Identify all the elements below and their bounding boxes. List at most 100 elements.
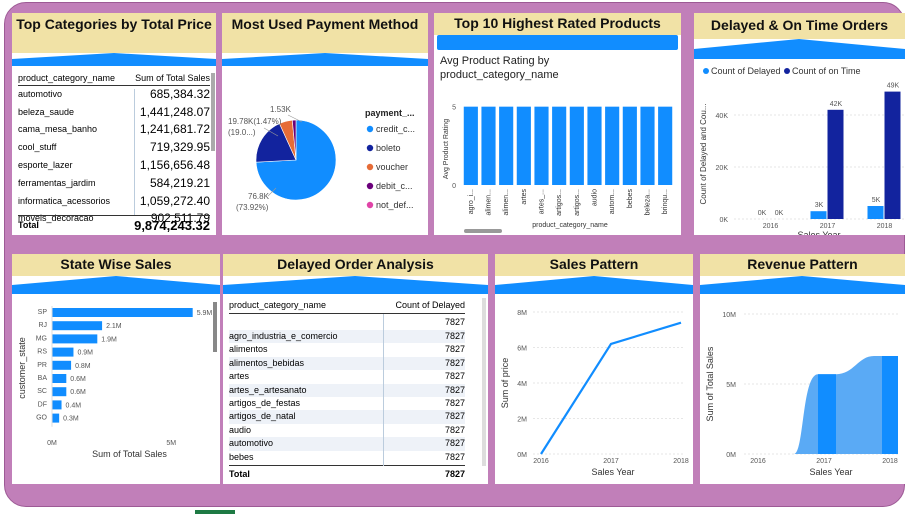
bar[interactable] (481, 106, 496, 185)
bar-delayed[interactable] (867, 206, 884, 219)
y-axis-label: Sum of price (500, 358, 510, 409)
chart-title: Avg Product Rating by product_category_n… (440, 55, 559, 81)
x-tick-label: 2016 (533, 458, 549, 465)
table-row[interactable]: cama_mesa_banho 1,241,681.72 (18, 121, 210, 139)
legend-item[interactable]: boleto (376, 143, 401, 153)
bar[interactable] (52, 321, 103, 331)
value-cell: 1,156,656.48 (139, 158, 210, 173)
data-label: 0.9M (77, 350, 93, 357)
legend-item[interactable]: voucher (376, 162, 408, 172)
table-row[interactable]: bebes 7827 (229, 451, 465, 464)
sales-line-series[interactable] (540, 321, 682, 455)
data-label: 42K (830, 101, 843, 108)
bar[interactable] (658, 106, 673, 185)
page-tab-indicator[interactable] (195, 510, 235, 514)
column-header-category[interactable]: product_category_name (18, 71, 126, 85)
data-label: 0.8M (75, 363, 91, 370)
bar[interactable] (52, 360, 72, 370)
table-row[interactable]: alimentos 7827 (229, 343, 465, 356)
data-label: 0K (775, 210, 784, 217)
panel-title: Sales Pattern (495, 254, 693, 276)
y-tick-label: 0 (452, 183, 456, 190)
y-tick-label: 0M (726, 452, 736, 459)
table-row[interactable]: beleza_saude 1,441,248.07 (18, 103, 210, 121)
bar[interactable] (569, 106, 584, 185)
revenue-highlight-bar[interactable] (882, 356, 898, 454)
category-cell: audio (229, 424, 252, 435)
legend-item[interactable]: credit_c... (376, 124, 415, 134)
revenue-pattern-panel: Revenue Pattern 10M 5M 0M 2016 2017 2018 Sales… (700, 254, 905, 484)
category-cell: esporte_lazer (18, 160, 73, 171)
bar-ontime[interactable] (884, 91, 901, 219)
bar[interactable] (52, 413, 60, 423)
table-row[interactable]: artes 7827 (229, 370, 465, 383)
bar[interactable] (587, 106, 602, 185)
table-row[interactable]: artigos_de_festas 7827 (229, 397, 465, 410)
y-tick-label: 4M (517, 381, 527, 388)
bar[interactable] (52, 387, 67, 397)
payment-pie-chart: 1.53K 19.78K(1.47%) (19.0...) 76.8K (73.92%)… (228, 105, 415, 212)
data-label: 0K (758, 210, 767, 217)
table-row[interactable]: informatica_acessorios 1,059,272.40 (18, 192, 210, 210)
legend-item[interactable]: debit_c... (376, 181, 413, 191)
bar[interactable] (52, 374, 67, 383)
table-row[interactable]: artigos_de_natal 7827 (229, 410, 465, 424)
category-cell: artes (229, 371, 250, 382)
bar[interactable] (52, 334, 98, 344)
legend-item[interactable]: not_def... (376, 200, 414, 210)
column-header-category[interactable]: product_category_name (229, 300, 326, 310)
bar[interactable] (640, 106, 655, 185)
bar[interactable] (516, 106, 531, 185)
y-tick-label: BA (38, 375, 48, 382)
count-cell: 7827 (444, 344, 465, 355)
table-row[interactable]: automotivo 7827 (229, 437, 465, 451)
table-row[interactable]: alimentos_bebidas 7827 (229, 356, 465, 371)
bar[interactable] (52, 347, 74, 357)
chart-scrollbar[interactable] (213, 302, 217, 352)
value-cell: 584,219.21 (149, 175, 210, 190)
bar[interactable] (463, 106, 478, 185)
x-tick-label: 2018 (877, 223, 893, 230)
table-row[interactable]: audio 7827 (229, 424, 465, 437)
y-axis-label: Count of Delayed and Cou... (699, 104, 708, 205)
category-cell: artigos_de_festas (229, 397, 301, 408)
revenue-highlight-bar[interactable] (818, 374, 836, 454)
y-tick-label: DF (38, 401, 47, 408)
bar[interactable] (52, 400, 62, 410)
bar[interactable] (499, 106, 514, 185)
table-row[interactable]: automotivo 685,384.32 (18, 85, 210, 103)
column-header-sum[interactable]: Sum of Total Sales (126, 71, 210, 85)
chart-scrollbar[interactable] (464, 229, 502, 233)
x-tick-label: 2018 (882, 458, 898, 465)
table-row[interactable]: artes_e_artesanato 7827 (229, 383, 465, 397)
legend-marker (366, 125, 374, 133)
bar[interactable] (622, 106, 637, 185)
table-row[interactable]: esporte_lazer 1,156,656.48 (18, 156, 210, 174)
legend-marker (366, 144, 374, 152)
bar[interactable] (552, 106, 567, 185)
value-cell: 1,241,681.72 (139, 122, 210, 137)
column-header-count[interactable]: Count of Delayed (395, 300, 465, 310)
table-scrollbar[interactable] (211, 73, 215, 151)
data-label: 49K (887, 83, 900, 90)
category-cell: artes_e_artesanato (229, 384, 307, 395)
bar[interactable] (534, 106, 549, 185)
bar-ontime[interactable] (827, 109, 844, 219)
table-row[interactable]: agro_industria_e_comercio 7827 (229, 330, 465, 344)
legend-item-delayed[interactable]: Count of Delayed (711, 66, 781, 76)
table-scrollbar[interactable] (482, 298, 486, 466)
table-row[interactable]: ferramentas_jardim 584,219.21 (18, 174, 210, 192)
bar-delayed[interactable] (810, 211, 827, 219)
revenue-area-chart: 10M 5M 0M 2016 2017 2018 Sales Year Sum of Tota… (705, 312, 898, 477)
y-tick-label: 40K (716, 113, 729, 120)
legend-item-ontime[interactable]: Count of on Time (792, 66, 861, 76)
y-tick-label: SP (38, 309, 48, 316)
table-row[interactable]: cool_stuff 719,329.95 (18, 138, 210, 156)
x-axis-label: Sum of Total Sales (92, 449, 167, 459)
bar[interactable] (52, 308, 193, 317)
y-tick-label: 8M (517, 310, 527, 317)
count-cell: 7827 (444, 438, 465, 449)
bar[interactable] (605, 106, 620, 185)
y-tick-label: 6M (517, 346, 527, 353)
data-label: 0.4M (66, 402, 82, 409)
